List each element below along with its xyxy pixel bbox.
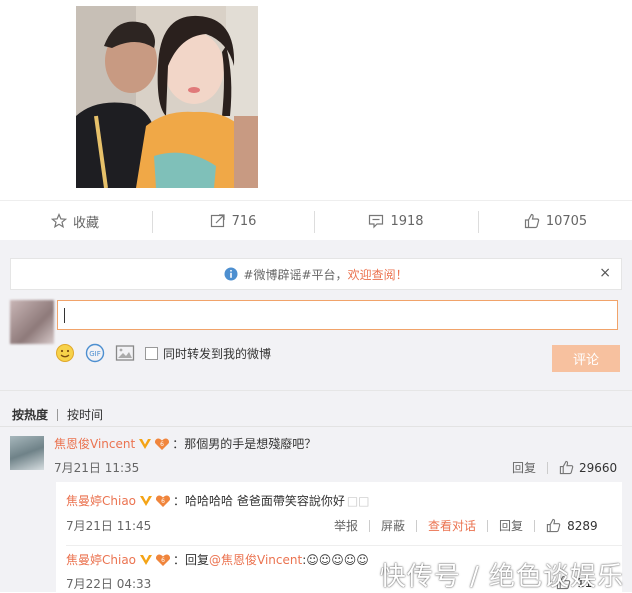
view-conversation-link[interactable]: 查看对话 [428,517,476,534]
sort-hot-tab[interactable]: 按热度 [12,406,48,423]
report-button[interactable]: 举报 [334,517,358,534]
comment-like-button[interactable]: 29660 [559,460,617,475]
star-icon [50,213,67,229]
close-icon[interactable]: × [599,265,611,281]
repost-icon [210,213,226,229]
reply-like-button[interactable]: 8289 [546,518,598,533]
divider [487,519,489,532]
divider [66,545,622,546]
divider [0,390,632,391]
notice-cta-link[interactable]: 欢迎查阅！ [348,266,408,283]
repost-button[interactable]: 716 [153,201,313,241]
like-count: 10705 [545,213,588,229]
member-badge-icon: 6 [155,553,171,567]
comment-username[interactable]: 焦恩俊Vincent [54,435,135,452]
svg-text:6: 6 [160,441,164,448]
member-badge-icon: 6 [154,437,170,451]
svg-text:6: 6 [161,557,165,564]
composer-toolbar: GIF 同时转发到我的微博 [55,343,271,363]
comment-icon [368,213,384,229]
reply-text: ：回复 [173,553,210,567]
comment-count: 1918 [390,213,424,229]
comment-like-count: 29660 [579,460,618,475]
favorite-button[interactable]: 收藏 [0,201,150,241]
block-button[interactable]: 屏蔽 [381,517,405,534]
text-caret [64,308,65,323]
watermark: 快传号 / 绝色谈娱乐 [379,562,624,592]
reply-button[interactable]: 回复 [512,459,536,476]
notice-hashtag-link[interactable]: #微博辟谣# [243,266,311,283]
verified-icon [138,438,152,450]
thumbs-up-icon [524,213,540,229]
sort-time-tab[interactable]: 按时间 [67,406,103,423]
reply-button[interactable]: 回复 [499,517,523,534]
submit-comment-button[interactable]: 评论 [552,345,620,372]
svg-text:6: 6 [161,498,165,505]
forward-checkbox[interactable] [145,346,158,360]
thumbs-up-icon [559,460,574,475]
like-button[interactable]: 10705 [479,201,632,241]
reply-username[interactable]: 焦曼婷Chiao [66,551,136,568]
reply-like-count: 8289 [567,518,598,533]
reply-options: 举报 屏蔽 查看对话 回复 8289 [334,517,598,534]
comment-time: 7月21日 11:35 [54,461,140,475]
svg-text:GIF: GIF [89,350,101,358]
verified-icon [139,554,153,566]
divider [416,519,418,532]
favorite-label: 收藏 [72,215,99,231]
divider [547,461,549,474]
reply-trailing-glyphs: □□ [346,493,370,508]
rumor-notice: #微博辟谣# 平台， 欢迎查阅！ × [10,258,622,290]
reply-text: ：哈哈哈哈 爸爸面帶笑容說你好 [173,494,345,508]
reply-line: 焦曼婷Chiao 6 ：回复 @焦恩俊Vincent :☺☺☺☺☺ [66,551,369,568]
reply-time: 7月21日 11:45 [66,519,152,533]
reply-time: 7月22日 04:33 [66,577,152,591]
gif-icon[interactable]: GIF [85,343,105,363]
divider [534,519,536,532]
member-badge-icon: 6 [155,494,171,508]
repost-count: 716 [231,213,257,229]
divider [0,426,632,427]
divider [57,408,59,421]
notice-text: 平台， [311,267,348,282]
reply-line: 焦曼婷Chiao 6 ：哈哈哈哈 爸爸面帶笑容說你好 □□ [66,492,370,509]
image-icon[interactable] [115,344,135,362]
comment-options: 回复 29660 [512,459,617,476]
emoji-icon[interactable] [55,343,75,363]
post-photo[interactable] [76,6,258,188]
divider [369,519,371,532]
verified-icon [139,495,153,507]
reply-emoji-tail: :☺☺☺☺☺ [302,552,369,567]
comment-line: 焦恩俊Vincent 6 ：那個男的手是想殘廢吧？ [54,435,316,452]
forward-label: 同时转发到我的微博 [163,346,272,361]
comment-text: ：那個男的手是想殘廢吧？ [172,437,317,451]
comment-button[interactable]: 1918 [315,201,477,241]
reply-username[interactable]: 焦曼婷Chiao [66,492,136,509]
info-icon [224,267,238,281]
mention-link[interactable]: @焦恩俊Vincent [209,551,302,568]
sort-tabs: 按热度 按时间 [12,406,103,423]
action-bar: 收藏 716 1918 10705 [0,200,632,242]
thumbs-up-icon [546,518,561,533]
comment-input[interactable] [57,300,618,330]
avatar[interactable] [10,436,44,470]
current-user-avatar [10,300,54,344]
